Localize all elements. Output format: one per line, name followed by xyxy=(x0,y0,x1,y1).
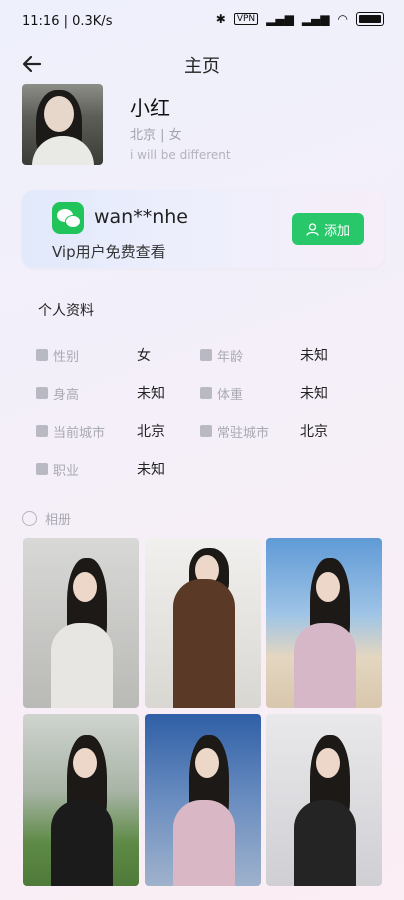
home-icon xyxy=(200,425,212,437)
wechat-subtitle: Vip用户免费查看 xyxy=(52,243,166,261)
battery-icon xyxy=(356,12,384,26)
signal-icon-2: ▂▄▆ xyxy=(301,12,330,26)
album-photo[interactable] xyxy=(145,714,261,886)
profile-bio: i will be different xyxy=(130,148,231,162)
location-icon xyxy=(36,425,48,437)
album-label: 相册 xyxy=(45,513,72,528)
info-row: 身高 未知 体重 未知 xyxy=(28,374,382,412)
info-value-resident-city: 北京 xyxy=(300,424,328,440)
avatar[interactable] xyxy=(22,84,103,165)
status-bar: 11:16 | 0.3K/s ✱ VPN ▂▄▆ ▂▄▆ ◠ xyxy=(0,0,404,44)
info-label-weight: 体重 xyxy=(200,374,243,412)
info-value-gender: 女 xyxy=(137,348,151,364)
smile-icon xyxy=(22,511,37,526)
wifi-icon: ◠ xyxy=(337,12,348,26)
page-title: 主页 xyxy=(184,56,220,77)
info-value-job: 未知 xyxy=(137,462,165,478)
personal-info-section: 个人资料 性别 女 年龄 未知 身高 未知 体重 未知 当前城市 北京 常驻城市… xyxy=(28,288,382,488)
wechat-icon xyxy=(52,202,84,234)
briefcase-icon xyxy=(36,463,48,475)
info-label-height: 身高 xyxy=(36,374,79,412)
album-photo[interactable] xyxy=(145,538,261,708)
album-photo[interactable] xyxy=(266,714,382,886)
profile-name: 小红 xyxy=(130,96,170,120)
info-label-age: 年龄 xyxy=(200,336,243,374)
info-value-current-city: 北京 xyxy=(137,424,165,440)
info-value-height: 未知 xyxy=(137,386,165,402)
info-label-resident-city: 常驻城市 xyxy=(200,412,269,450)
info-label-current-city: 当前城市 xyxy=(36,412,105,450)
sprout-icon xyxy=(200,349,212,361)
info-label-gender: 性别 xyxy=(36,336,79,374)
wechat-card: wan**nhe Vip用户免费查看 添加 xyxy=(22,190,384,268)
info-value-age: 未知 xyxy=(300,348,328,364)
info-label-job: 职业 xyxy=(36,450,79,488)
navbar: 主页 xyxy=(0,44,404,82)
add-wechat-button[interactable]: 添加 xyxy=(292,213,364,245)
album-photo[interactable] xyxy=(266,538,382,708)
album-photo[interactable] xyxy=(23,714,139,886)
add-button-label: 添加 xyxy=(323,223,350,239)
add-user-icon xyxy=(306,222,319,236)
section-title: 个人资料 xyxy=(38,303,94,319)
gender-icon xyxy=(36,349,48,361)
signal-icon: ▂▄▆ xyxy=(266,12,294,26)
album-photo[interactable] xyxy=(23,538,139,708)
info-row: 职业 未知 xyxy=(28,450,382,488)
profile-header: 小红 北京 | 女 i will be different xyxy=(22,84,382,166)
bluetooth-icon: ✱ xyxy=(215,12,226,26)
vpn-icon: VPN xyxy=(233,13,259,25)
status-time: 11:16 | 0.3K/s xyxy=(22,14,113,29)
height-icon xyxy=(36,387,48,399)
scale-icon xyxy=(200,387,212,399)
info-row: 当前城市 北京 常驻城市 北京 xyxy=(28,412,382,450)
info-grid: 性别 女 年龄 未知 身高 未知 体重 未知 当前城市 北京 常驻城市 北京 职… xyxy=(28,336,382,488)
profile-location-gender: 北京 | 女 xyxy=(130,128,182,143)
album-header: 相册 xyxy=(22,509,71,528)
info-value-weight: 未知 xyxy=(300,386,328,402)
info-row: 性别 女 年龄 未知 xyxy=(28,336,382,374)
wechat-id: wan**nhe xyxy=(94,206,188,228)
